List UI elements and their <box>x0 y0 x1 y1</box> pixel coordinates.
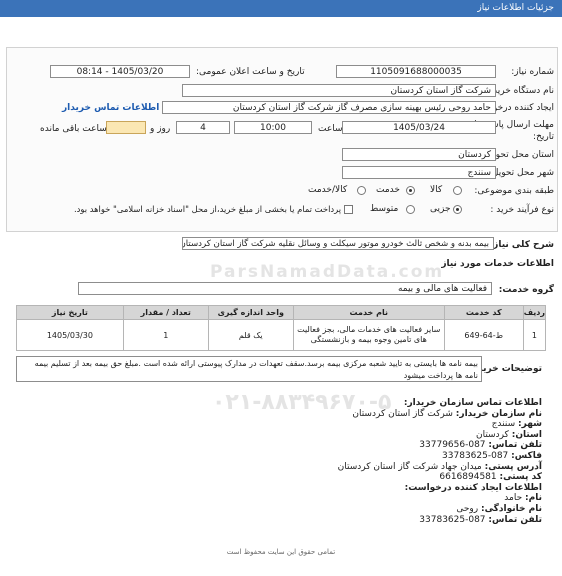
province-field[interactable]: کردستان <box>342 148 496 161</box>
col-qty: تعداد / مقدار <box>122 305 209 320</box>
buyer-notes-field[interactable]: بیمه نامه ها بایستی به تایید شعبه مرکزی … <box>16 356 482 382</box>
buyer-contact-link[interactable]: اطلاعات تماس خریدار <box>62 103 159 113</box>
contact-line: کد پستی: 6616894581 <box>439 472 542 483</box>
treasury-payment-note: پرداخت تمام یا بخشی از مبلغ خرید،از محل … <box>74 204 342 214</box>
announce-date-field[interactable]: 1405/03/20 - 08:14 <box>50 65 190 78</box>
category-option-goods-service: کالا/خدمت <box>308 185 348 195</box>
table-header-row: ردیف کد خدمت نام خدمت واحد اندازه گیری ت… <box>16 305 547 320</box>
contact-line: اطلاعات ایجاد کننده درخواست: <box>404 482 542 493</box>
remaining-days-label: روز و <box>150 124 171 134</box>
cell-name: سایر فعالیت های خدمات مالی، بجز فعالیت ه… <box>292 319 445 351</box>
contact-line: تلفن تماس: 087-33779656 <box>419 440 542 451</box>
col-unit: واحد اندازه گیری <box>207 305 294 320</box>
city-label: شهر محل تحویل: <box>488 168 554 178</box>
category-option-goods: کالا <box>430 185 443 195</box>
table-row[interactable]: 1 ط-64-649 سایر فعالیت های خدمات مالی، ب… <box>16 319 547 351</box>
col-date: تاریخ نیاز <box>16 305 124 320</box>
contact-line: فاکس: 087-33783625 <box>442 450 542 461</box>
services-section-title: اطلاعات خدمات مورد نیاز <box>441 259 554 269</box>
contact-line: آدرس پستی: میدان جهاد شرکت گاز استان کرد… <box>337 461 542 472</box>
category-radio-goods[interactable] <box>453 186 462 195</box>
deadline-date-field[interactable]: 1405/03/24 <box>342 121 496 134</box>
cell-code: ط-64-649 <box>443 319 524 351</box>
process-radio-medium[interactable] <box>406 205 415 214</box>
buyer-field[interactable]: شرکت گاز استان کردستان <box>182 84 496 97</box>
summary-label: شرح کلی نیاز: <box>489 240 554 250</box>
contact-line: تلفن تماس: 087-33783625 <box>419 514 542 525</box>
remaining-hours-field[interactable] <box>106 121 146 134</box>
remaining-days-field[interactable]: 4 <box>176 121 230 134</box>
need-number-label: شماره نیاز: <box>511 67 554 77</box>
service-group-label: گروه خدمت: <box>498 285 554 295</box>
col-name: نام خدمت <box>292 305 445 320</box>
contact-line: شهر: سنندج <box>491 419 542 430</box>
services-table: ردیف کد خدمت نام خدمت واحد اندازه گیری ت… <box>16 305 547 351</box>
category-radio-goods-service[interactable] <box>357 186 366 195</box>
deadline-date-label: تاریخ: <box>533 132 554 142</box>
contact-line: استان: کردستان <box>475 429 542 440</box>
footer-copyright: تمامی حقوق این سایت محفوظ است <box>226 548 336 556</box>
contact-line: نام خانوادگی: روحی <box>456 503 542 514</box>
watermark-site: ParsNamadData.com <box>210 262 445 282</box>
contact-title: اطلاعات تماس سازمان خریدار: <box>403 398 542 408</box>
category-label: طبقه بندی موضوعی: <box>474 186 554 196</box>
cell-date: 1405/03/30 <box>16 319 124 351</box>
col-row: ردیف <box>522 305 547 320</box>
col-code: کد خدمت <box>443 305 524 320</box>
remaining-hours-label: ساعت باقی مانده <box>40 124 107 134</box>
service-group-field[interactable]: فعالیت های مالی و بیمه <box>78 282 492 295</box>
need-number-field[interactable]: 1105091688000035 <box>336 65 496 78</box>
page-title: جزئیات اطلاعات نیاز <box>477 3 554 13</box>
creator-field[interactable]: حامد روحی رئیس بهینه سازی مصرف گاز شرکت … <box>162 101 496 114</box>
process-option-medium: متوسط <box>370 204 399 214</box>
city-field[interactable]: سنندج <box>342 166 496 179</box>
category-option-service: خدمت <box>376 185 400 195</box>
contact-line: نام سازمان خریدار: شرکت گاز استان کردستا… <box>352 408 542 419</box>
deadline-time-field[interactable]: 10:00 <box>234 121 312 134</box>
category-radio-service[interactable] <box>406 186 415 195</box>
process-label: نوع فرآیند خرید : <box>490 205 554 215</box>
announce-date-label: تاریخ و ساعت اعلان عمومی: <box>196 67 305 77</box>
process-radio-minor[interactable] <box>453 205 462 214</box>
page-header: جزئیات اطلاعات نیاز <box>0 0 562 17</box>
treasury-payment-checkbox[interactable] <box>344 205 353 214</box>
deadline-time-label: ساعت <box>318 124 343 134</box>
cell-qty: 1 <box>122 319 209 351</box>
process-option-minor: جزیی <box>430 204 451 214</box>
summary-field[interactable]: بیمه بدنه و شخص ثالث خودرو موتور سیکلت و… <box>182 237 494 250</box>
cell-row: 1 <box>522 319 547 351</box>
contact-section: اطلاعات تماس سازمان خریدار: نام سازمان خ… <box>338 398 542 525</box>
cell-unit: یک قلم <box>207 319 294 351</box>
contact-line: نام: حامد <box>504 493 542 504</box>
